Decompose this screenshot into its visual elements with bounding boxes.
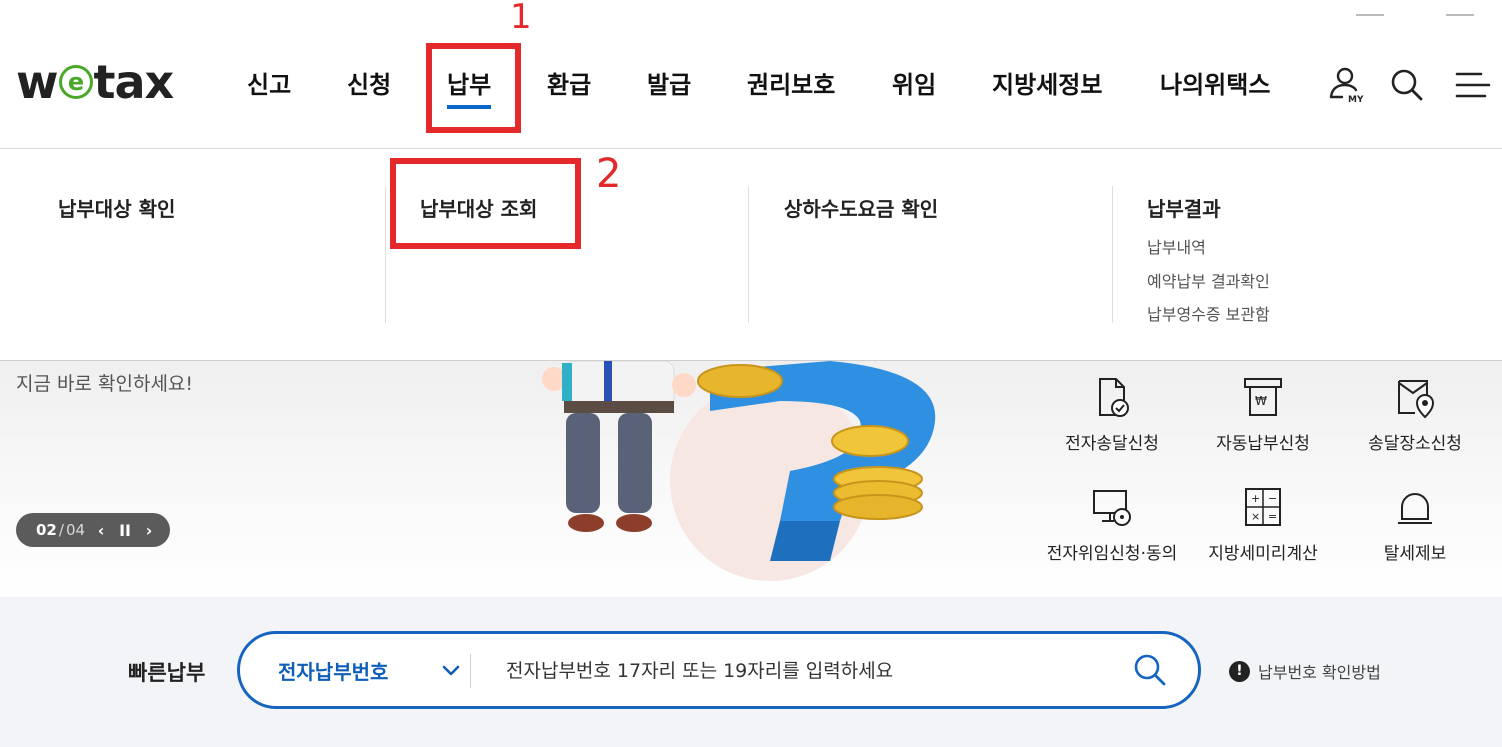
quick-link-auto-payment[interactable]: ₩ 자동납부신청 <box>1183 375 1343 454</box>
nav-item-report[interactable]: 신고 <box>247 60 291 110</box>
mega-item-payment-result[interactable]: 납부결과 <box>1147 193 1221 222</box>
nav-item-refund[interactable]: 환급 <box>547 60 591 110</box>
payment-mega-menu: 납부대상 확인 납부대상 조회 상하수도요금 확인 납부결과 납부내역 예약납부… <box>0 149 1502 361</box>
search-icon[interactable] <box>1386 64 1428 106</box>
quick-link-tax-evasion-report[interactable]: 탈세제보 <box>1335 485 1495 564</box>
quick-link-label: 전자위임신청·동의 <box>1046 544 1178 564</box>
chevron-down-icon <box>443 665 460 676</box>
mega-divider <box>748 186 749 323</box>
mega-divider <box>1112 186 1113 323</box>
my-user-icon[interactable]: MY <box>1326 64 1368 106</box>
envelope-location-icon <box>1398 380 1435 419</box>
slider-total: 04 <box>65 521 86 539</box>
top-decoration-lines <box>1356 14 1474 16</box>
hero-text: 지금 바로 확인하세요! <box>16 373 194 395</box>
quick-link-label: 자동납부신청 <box>1216 434 1310 454</box>
slider-separator: / <box>58 521 64 539</box>
quick-link-label: 송달장소신청 <box>1368 434 1462 454</box>
nav-item-rights[interactable]: 권리보호 <box>747 60 835 110</box>
slider-current: 02 <box>36 521 57 539</box>
nav-item-local-tax-info[interactable]: 지방세정보 <box>992 60 1102 110</box>
quick-pay-section: 빠른납부 전자납부번호 ! 납부번호 확인방법 <box>0 597 1502 747</box>
svg-text:+: + <box>1251 492 1260 505</box>
quick-pay-box: 전자납부번호 <box>237 631 1201 709</box>
mega-sub-scheduled-result[interactable]: 예약납부 결과확인 <box>1147 268 1270 292</box>
svg-text:×: × <box>1251 510 1260 523</box>
quick-link-e-delegation[interactable]: 전자위임신청·동의 <box>1032 485 1192 564</box>
chevron-left-icon[interactable]: ‹ <box>93 521 109 540</box>
quick-pay-label: 빠른납부 <box>128 661 206 685</box>
payment-number-input[interactable] <box>506 652 1106 690</box>
svg-text:=: = <box>1268 510 1277 523</box>
mega-sub-payment-history[interactable]: 납부내역 <box>1147 234 1206 258</box>
mega-sub-receipt-box[interactable]: 납부영수증 보관함 <box>1147 301 1270 325</box>
quick-link-tax-calculator[interactable]: + − × = 지방세미리계산 <box>1183 485 1343 564</box>
chevron-right-icon[interactable]: › <box>141 521 157 540</box>
nav-item-apply[interactable]: 신청 <box>347 60 391 110</box>
wetax-logo[interactable]: w e tax <box>16 55 175 109</box>
svg-text:₩: ₩ <box>1255 394 1267 408</box>
pause-icon[interactable]: II <box>117 521 133 540</box>
svg-text:−: − <box>1268 492 1277 505</box>
document-check-icon <box>1099 378 1129 417</box>
logo-e-circle: e <box>58 65 93 99</box>
nav-item-my-wetax[interactable]: 나의위택스 <box>1160 60 1270 110</box>
quick-link-label: 탈세제보 <box>1383 544 1447 564</box>
monitor-lock-icon <box>1093 490 1131 526</box>
payment-number-type-select[interactable]: 전자납부번호 <box>278 634 462 706</box>
alarm-bell-icon <box>1398 493 1432 524</box>
calculator-icon: + − × = <box>1245 488 1281 526</box>
nav-item-issue[interactable]: 발급 <box>647 60 691 110</box>
logo-text-tax: tax <box>93 55 175 109</box>
quick-link-delivery-address[interactable]: 송달장소신청 <box>1335 375 1495 454</box>
info-exclamation-icon: ! <box>1229 660 1250 682</box>
payment-number-help-link[interactable]: ! 납부번호 확인방법 <box>1229 659 1381 683</box>
my-label: MY <box>1348 95 1364 105</box>
help-text: 납부번호 확인방법 <box>1258 663 1381 682</box>
quick-link-label: 지방세미리계산 <box>1208 544 1318 564</box>
hero-illustration <box>542 361 936 581</box>
search-icon[interactable] <box>1132 652 1168 688</box>
auto-payment-icon: ₩ <box>1244 378 1282 416</box>
annotation-mark-1: 1 <box>510 0 532 37</box>
slider-controls: 02 / 04 ‹ II › <box>16 513 170 547</box>
nav-item-delegation[interactable]: 위임 <box>892 60 936 110</box>
mega-item-payment-target-inquiry[interactable]: 납부대상 조회 <box>420 193 537 222</box>
mega-item-payment-target-check[interactable]: 납부대상 확인 <box>58 193 175 222</box>
mega-divider <box>385 186 386 323</box>
site-header: w e tax 신고 신청 납부 환급 발급 권리보호 위임 지방세정보 나의위… <box>0 0 1502 149</box>
select-value: 전자납부번호 <box>278 659 389 684</box>
logo-text-w: w <box>16 55 58 109</box>
quick-link-label: 전자송달신청 <box>1065 434 1159 454</box>
mega-item-water-fee-check[interactable]: 상하수도요금 확인 <box>784 193 938 222</box>
hero-banner: 지금 바로 확인하세요! 02 / 04 ‹ II › 전자송달신청 ₩ 자동납… <box>0 361 1502 597</box>
hamburger-menu-icon[interactable] <box>1452 64 1494 106</box>
quick-link-e-delivery[interactable]: 전자송달신청 <box>1032 375 1192 454</box>
select-separator <box>470 654 471 688</box>
annotation-mark-2: 2 <box>596 151 622 197</box>
nav-item-payment[interactable]: 납부 <box>447 60 492 110</box>
